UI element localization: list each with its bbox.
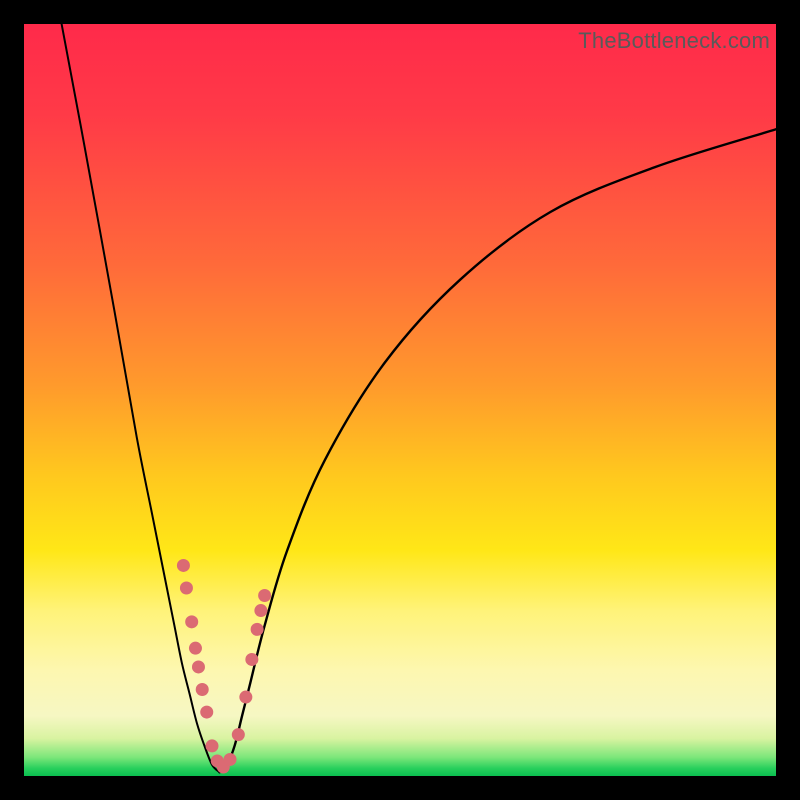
curve-right-branch bbox=[220, 129, 776, 772]
data-point bbox=[196, 683, 209, 696]
data-point bbox=[185, 615, 198, 628]
data-point bbox=[192, 660, 205, 673]
data-point bbox=[180, 582, 193, 595]
data-point bbox=[232, 728, 245, 741]
curve-left-branch bbox=[62, 24, 220, 772]
data-point bbox=[258, 589, 271, 602]
plot-area: TheBottleneck.com bbox=[24, 24, 776, 776]
data-point bbox=[206, 739, 219, 752]
curve-layer bbox=[24, 24, 776, 776]
data-point bbox=[245, 653, 258, 666]
data-point bbox=[200, 706, 213, 719]
data-point bbox=[189, 642, 202, 655]
data-point bbox=[254, 604, 267, 617]
data-point bbox=[177, 559, 190, 572]
data-point bbox=[251, 623, 264, 636]
data-point bbox=[239, 691, 252, 704]
marker-group bbox=[177, 559, 271, 774]
data-point bbox=[224, 753, 237, 766]
chart-frame: TheBottleneck.com bbox=[0, 0, 800, 800]
